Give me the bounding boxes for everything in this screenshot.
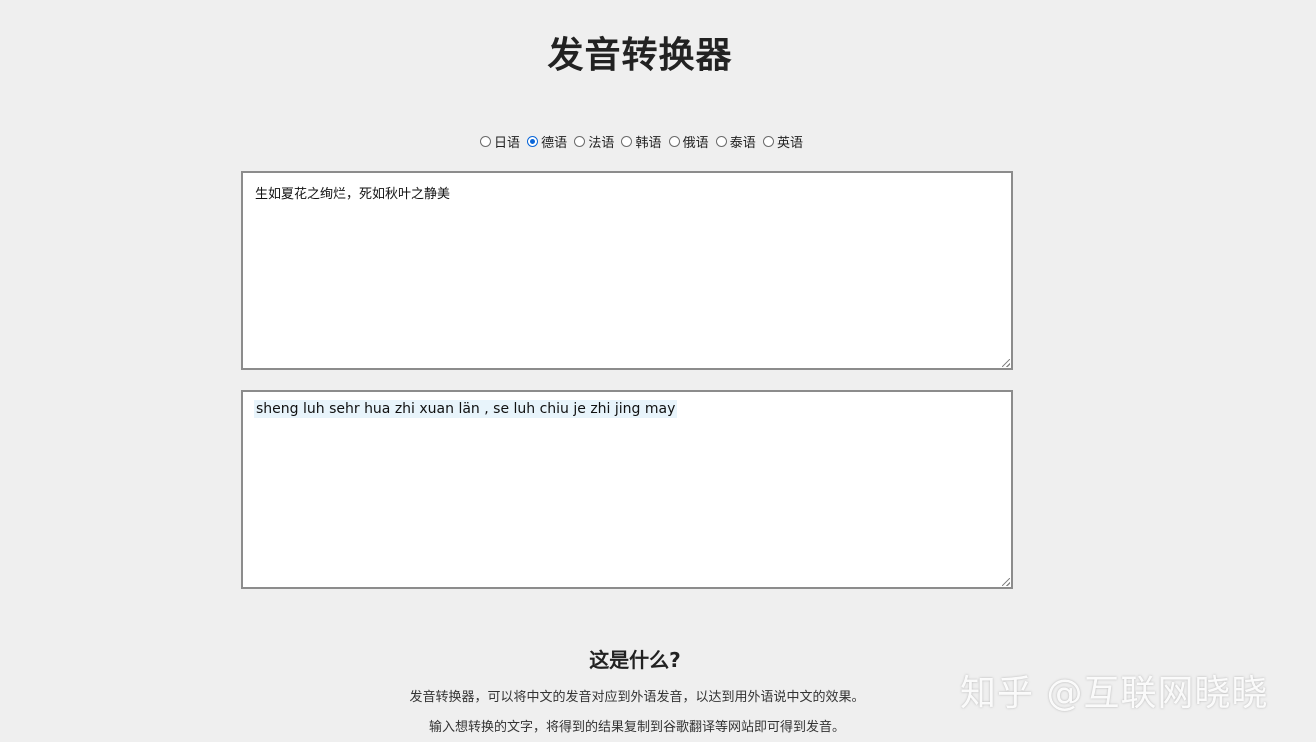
radio-korean[interactable] xyxy=(621,136,633,147)
language-label-thai: 泰语 xyxy=(729,136,756,151)
language-label-russian: 俄语 xyxy=(682,136,709,151)
input-text: 生如夏花之绚烂，死如秋叶之静美 xyxy=(255,187,451,202)
language-label-japanese: 日语 xyxy=(494,136,521,151)
language-label-korean: 韩语 xyxy=(635,136,662,151)
radio-thai[interactable] xyxy=(715,136,727,147)
input-resize-handle[interactable] xyxy=(1002,359,1010,367)
language-label-german: 德语 xyxy=(541,136,568,151)
language-option-russian[interactable]: 俄语 xyxy=(668,132,709,151)
language-option-french[interactable]: 法语 xyxy=(574,132,614,151)
radio-french[interactable] xyxy=(574,136,586,147)
language-option-german[interactable]: 德语 xyxy=(527,132,567,151)
radio-japanese[interactable] xyxy=(480,136,492,147)
language-option-korean[interactable]: 韩语 xyxy=(621,132,662,151)
language-label-english: 英语 xyxy=(776,136,803,151)
language-radio-group: 日语 德语 法语 韩语 俄语 泰语 英语 xyxy=(0,132,1286,151)
language-option-japanese[interactable]: 日语 xyxy=(480,132,520,151)
language-option-english[interactable]: 英语 xyxy=(762,132,803,151)
page: 发音转换器 日语 德语 法语 韩语 俄语 泰语 英语 生如夏花之绚烂，死如秋叶之… xyxy=(0,0,1316,742)
radio-german[interactable] xyxy=(527,136,539,147)
radio-russian[interactable] xyxy=(668,136,680,147)
language-option-thai[interactable]: 泰语 xyxy=(715,132,756,151)
output-text: sheng luh sehr hua zhi xuan län , se luh… xyxy=(254,400,678,418)
page-title: 发音转换器 xyxy=(547,35,733,76)
output-resize-handle[interactable] xyxy=(1002,578,1010,586)
watermark: 知乎 @互联网晓晓 xyxy=(960,673,1269,714)
output-textarea[interactable]: sheng luh sehr hua zhi xuan län , se luh… xyxy=(241,390,1013,589)
radio-english[interactable] xyxy=(762,136,774,147)
input-textarea[interactable]: 生如夏花之绚烂，死如秋叶之静美 xyxy=(241,171,1013,370)
about-description-line2: 输入想转换的文字，将得到的结果复制到谷歌翻译等网站即可得到发音。 xyxy=(428,720,845,735)
language-label-french: 法语 xyxy=(588,136,615,151)
